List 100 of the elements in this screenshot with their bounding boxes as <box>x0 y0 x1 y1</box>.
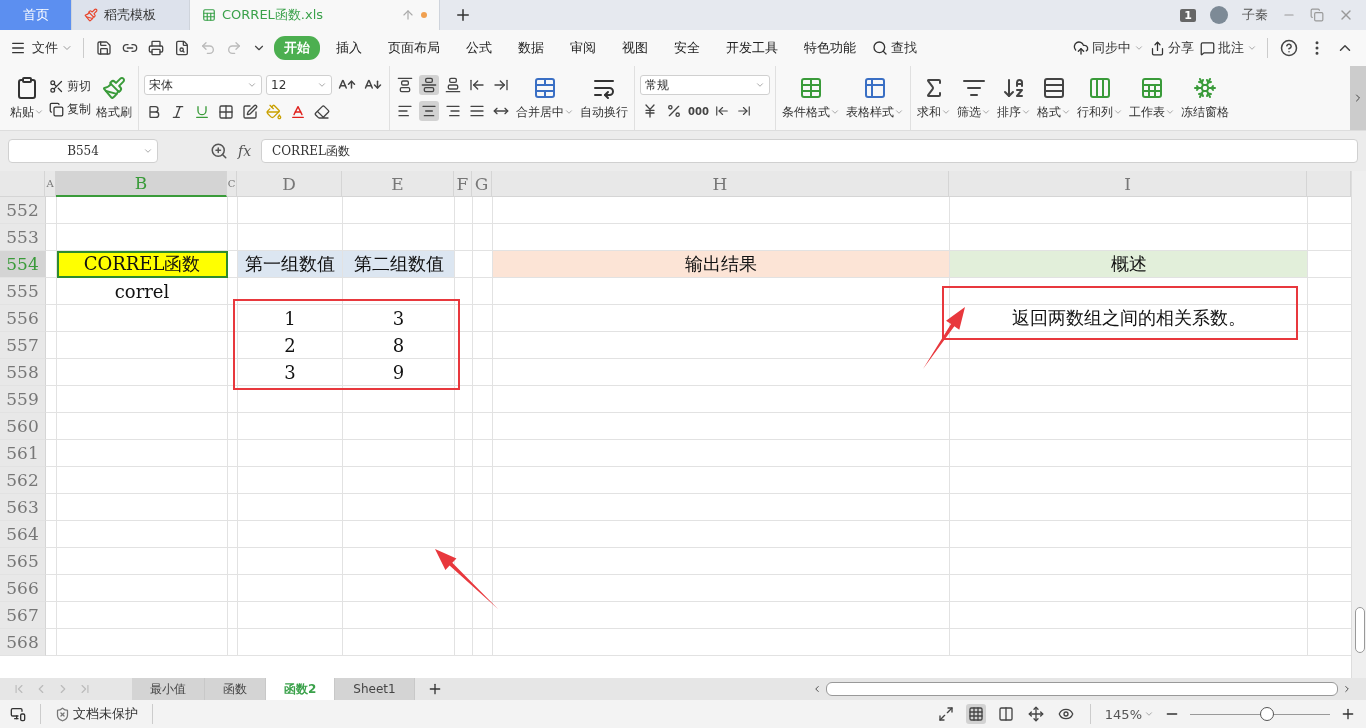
cut-button[interactable]: 剪切 <box>49 78 91 95</box>
sheet-icon[interactable] <box>1140 75 1164 100</box>
window-count[interactable]: 1 <box>1180 8 1196 22</box>
ribbon-button[interactable]: 工作表 <box>1128 75 1176 121</box>
column-header[interactable]: D <box>237 171 342 197</box>
align-bottom-icon[interactable] <box>443 75 463 95</box>
save-icon[interactable] <box>94 38 114 58</box>
row-header[interactable]: 558 <box>0 359 46 386</box>
row-header[interactable]: 563 <box>0 494 46 521</box>
zoom-icon[interactable] <box>210 142 228 160</box>
ribbon-button[interactable]: 表格样式 <box>845 75 905 121</box>
cloud-icon[interactable] <box>1073 40 1089 56</box>
avatar[interactable] <box>1210 6 1228 24</box>
ribbon-tab[interactable]: 页面布局 <box>378 36 450 60</box>
format-painter-button[interactable]: 格式刷 <box>95 75 133 121</box>
row-header[interactable]: 552 <box>0 197 46 224</box>
ribbon-button[interactable]: 条件格式 <box>781 75 841 121</box>
ribbon-tab[interactable]: 开发工具 <box>716 36 788 60</box>
ribbon-tab[interactable]: 视图 <box>612 36 658 60</box>
ribbon-tab[interactable]: 审阅 <box>560 36 606 60</box>
formula-field[interactable]: CORREL函数 <box>261 139 1358 163</box>
device-icon[interactable] <box>10 706 26 722</box>
slider-thumb[interactable] <box>1260 707 1274 721</box>
eraser-icon[interactable] <box>312 102 332 122</box>
file-menu[interactable]: 文件 <box>32 39 73 57</box>
name-box[interactable]: B554 <box>8 139 158 163</box>
new-tab-icon[interactable] <box>454 6 472 24</box>
scroll-left-icon[interactable] <box>812 684 822 694</box>
row-header[interactable]: 565 <box>0 548 46 575</box>
ribbon-tab[interactable]: 插入 <box>326 36 372 60</box>
vertical-scrollbar[interactable] <box>1351 171 1366 678</box>
function-button[interactable]: fx <box>238 143 252 159</box>
fill-color-icon[interactable] <box>264 102 284 122</box>
paste-button[interactable]: 粘贴 <box>9 75 45 121</box>
ribbon-tab[interactable]: 数据 <box>508 36 554 60</box>
row-header[interactable]: 568 <box>0 629 46 656</box>
help-icon[interactable] <box>1278 37 1300 59</box>
table-icon[interactable] <box>863 75 887 100</box>
row-header[interactable]: 559 <box>0 386 46 413</box>
align-middle-icon[interactable] <box>419 75 439 95</box>
toolbar-button[interactable]: 批注 <box>1200 39 1257 57</box>
row-header[interactable]: 564 <box>0 521 46 548</box>
align-top-icon[interactable] <box>395 75 415 95</box>
row-header[interactable]: 566 <box>0 575 46 602</box>
grid-view-icon[interactable] <box>965 704 986 724</box>
sheet-tab[interactable]: 最小值 <box>132 678 205 700</box>
font-field[interactable]: 宋体 <box>144 75 262 95</box>
row-header[interactable]: 567 <box>0 602 46 629</box>
column-header[interactable]: F <box>454 171 472 197</box>
toolbar-button[interactable]: 分享 <box>1150 39 1194 57</box>
zoom-level[interactable]: 145% <box>1104 706 1154 722</box>
ribbon-button[interactable]: 格式 <box>1036 75 1072 121</box>
share-icon[interactable] <box>1150 40 1165 56</box>
align-center-icon[interactable] <box>419 101 439 121</box>
clipboard-icon[interactable] <box>15 75 39 100</box>
number-format-field[interactable]: 常规 <box>640 75 770 95</box>
comment-icon[interactable] <box>1200 40 1215 56</box>
scroll-thumb[interactable] <box>1355 607 1365 653</box>
brush-icon[interactable] <box>102 75 126 100</box>
sheet-tab[interactable]: Sheet1 <box>335 678 415 700</box>
ribbon-button[interactable]: 求和 <box>916 75 952 121</box>
scroll-right-icon[interactable] <box>1342 684 1352 694</box>
ribbon-button[interactable]: 行和列 <box>1076 75 1124 121</box>
snowflake-icon[interactable] <box>1193 75 1217 100</box>
row-header[interactable]: 560 <box>0 413 46 440</box>
copy-button[interactable]: 复制 <box>49 101 91 118</box>
row-header[interactable]: 553 <box>0 224 46 251</box>
columns-icon[interactable] <box>1088 75 1112 100</box>
column-header[interactable]: E <box>342 171 454 197</box>
merge-cells-icon[interactable] <box>533 75 557 100</box>
search-button[interactable]: 查找 <box>872 39 917 57</box>
horizontal-scrollbar[interactable] <box>826 682 1338 696</box>
protection-status[interactable]: 文档未保护 <box>55 705 138 723</box>
merge-button[interactable]: 合并居中 <box>515 75 575 121</box>
scissors-icon[interactable] <box>49 79 64 94</box>
ribbon-tab[interactable]: 公式 <box>456 36 502 60</box>
borders-icon[interactable] <box>216 102 236 122</box>
print-icon[interactable] <box>146 38 166 58</box>
zoom-in-icon[interactable] <box>1340 706 1356 722</box>
rows-icon[interactable] <box>1042 75 1066 100</box>
ribbon-tab[interactable]: 安全 <box>664 36 710 60</box>
row-header[interactable]: 562 <box>0 467 46 494</box>
search-icon[interactable] <box>872 40 888 56</box>
toolbar-button[interactable]: 同步中 <box>1073 39 1144 57</box>
wrap-button[interactable]: 自动换行 <box>579 75 629 121</box>
row-header[interactable]: 555 <box>0 278 46 305</box>
column-header[interactable]: H <box>492 171 949 197</box>
table-icon[interactable] <box>799 75 823 100</box>
ribbon-button[interactable]: 冻结窗格 <box>1180 75 1230 121</box>
ribbon-tab[interactable]: 特色功能 <box>794 36 866 60</box>
sheet-tab[interactable]: 函数 <box>205 678 266 700</box>
cell-style-icon[interactable] <box>240 102 260 122</box>
row-header[interactable]: 556 <box>0 305 46 332</box>
user-name[interactable]: 子秦 <box>1242 6 1268 24</box>
menu-icon[interactable] <box>10 40 26 56</box>
column-header[interactable]: A <box>45 171 56 197</box>
font-size-field[interactable]: 12 <box>266 75 332 95</box>
column-header[interactable]: G <box>472 171 492 197</box>
thousands-button[interactable]: 000 <box>688 105 709 117</box>
ribbon-button[interactable]: 筛选 <box>956 75 992 121</box>
